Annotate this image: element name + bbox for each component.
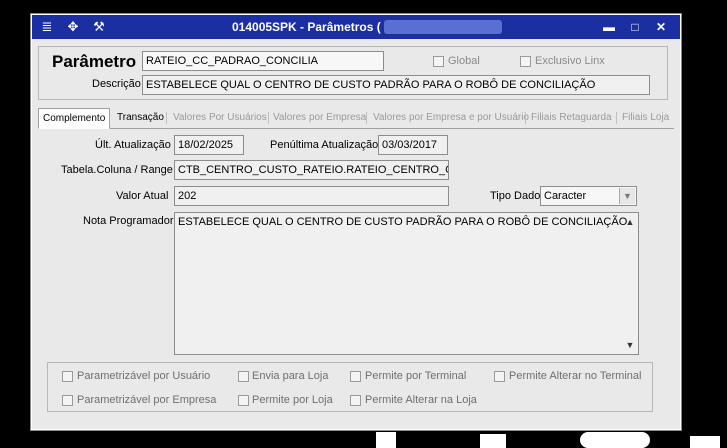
- scroll-up-icon[interactable]: ▲: [624, 216, 636, 228]
- valor-atual-field[interactable]: 202: [174, 186, 449, 206]
- close-button[interactable]: ✕: [652, 18, 670, 36]
- tab-bar: Complemento Transação Valores Por Usuári…: [38, 108, 674, 129]
- envia-loja-checkbox[interactable]: [238, 371, 249, 382]
- penultima-atualizacao-field[interactable]: 03/03/2017: [378, 135, 448, 155]
- window-title: 014005SPK - Parâmetros (: [232, 20, 381, 34]
- nota-programador-label: Nota Programador: [83, 215, 174, 227]
- tab-separator: [166, 112, 167, 124]
- permite-loja-checkbox[interactable]: [238, 395, 249, 406]
- wrench-icon[interactable]: ⚒: [90, 19, 108, 35]
- descricao-field[interactable]: ESTABELECE QUAL O CENTRO DE CUSTO PADRÃO…: [142, 75, 650, 95]
- tab-filiais-retaguarda[interactable]: Filiais Retaguarda: [531, 108, 612, 128]
- permite-terminal-checkbox[interactable]: [350, 371, 361, 382]
- permite-loja-label: Permite por Loja: [252, 394, 333, 406]
- tab-filiais-loja[interactable]: Filiais Loja: [622, 108, 669, 128]
- permite-alterar-terminal-checkbox[interactable]: [494, 371, 505, 382]
- chevron-down-icon[interactable]: ▼: [619, 188, 635, 204]
- global-label: Global: [448, 55, 480, 67]
- tab-valores-empresa[interactable]: Valores por Empresa: [273, 108, 366, 128]
- menu-icon[interactable]: ≣: [38, 19, 56, 35]
- minimize-button[interactable]: ▬: [600, 18, 618, 36]
- tipo-dado-label: Tipo Dado: [490, 190, 541, 202]
- tabela-coluna-field[interactable]: CTB_CENTRO_CUSTO_RATEIO.RATEIO_CENTRO_CU…: [174, 160, 449, 180]
- ult-atualizacao-field[interactable]: 18/02/2025: [174, 135, 244, 155]
- parametrizavel-usuario-label: Parametrizável por Usuário: [77, 370, 211, 382]
- tab-complemento[interactable]: Complemento: [38, 108, 111, 129]
- parametrizavel-empresa-checkbox[interactable]: [62, 395, 73, 406]
- scroll-down-icon[interactable]: ▼: [624, 339, 636, 351]
- parametrizavel-usuario-checkbox[interactable]: [62, 371, 73, 382]
- exclusivo-linx-label: Exclusivo Linx: [535, 55, 605, 67]
- title-bar: ≣ ✥ ⚒ 014005SPK - Parâmetros ( ▬ □ ✕: [32, 15, 680, 39]
- background-decoration: [376, 432, 720, 448]
- permite-alterar-terminal-label: Permite Alterar no Terminal: [509, 370, 642, 382]
- global-checkbox[interactable]: [433, 56, 444, 67]
- tab-separator: [268, 112, 269, 124]
- valor-atual-label: Valor Atual: [116, 190, 169, 202]
- tab-transacao[interactable]: Transação: [117, 108, 164, 128]
- envia-loja-label: Envia para Loja: [252, 370, 329, 382]
- tab-valores-usuarios[interactable]: Valores Por Usuários: [173, 108, 267, 128]
- penultima-atualizacao-label: Penúltima Atualização: [270, 139, 379, 151]
- maximize-button[interactable]: □: [626, 18, 644, 36]
- parametro-field[interactable]: RATEIO_CC_PADRAO_CONCILIA: [142, 51, 384, 71]
- redacted-title-area: [384, 20, 502, 34]
- parametrizavel-empresa-label: Parametrizável por Empresa: [77, 394, 217, 406]
- parametros-window: ≣ ✥ ⚒ 014005SPK - Parâmetros ( ▬ □ ✕ Par…: [31, 14, 681, 430]
- nota-programador-text: ESTABELECE QUAL O CENTRO DE CUSTO PADRÃO…: [178, 216, 628, 228]
- parametro-label: Parâmetro: [52, 52, 137, 71]
- tipo-dado-value: Caracter: [544, 190, 587, 202]
- tipo-dado-select[interactable]: Caracter ▼: [540, 186, 637, 206]
- permite-alterar-loja-checkbox[interactable]: [350, 395, 361, 406]
- exclusivo-linx-checkbox[interactable]: [520, 56, 531, 67]
- nota-programador-textarea[interactable]: ESTABELECE QUAL O CENTRO DE CUSTO PADRÃO…: [174, 212, 639, 355]
- ult-atualizacao-label: Últ. Atualização: [95, 139, 171, 151]
- permite-terminal-label: Permite por Terminal: [365, 370, 467, 382]
- tabela-coluna-label: Tabela.Coluna / Range: [61, 164, 173, 176]
- tab-separator: [366, 112, 367, 124]
- tab-separator: [525, 112, 526, 124]
- permite-alterar-loja-label: Permite Alterar na Loja: [365, 394, 477, 406]
- tab-valores-empresa-usuario[interactable]: Valores por Empresa e por Usuário: [373, 108, 529, 128]
- descricao-label: Descrição: [92, 78, 141, 90]
- tab-separator: [616, 112, 617, 124]
- tools-icon[interactable]: ✥: [64, 19, 82, 35]
